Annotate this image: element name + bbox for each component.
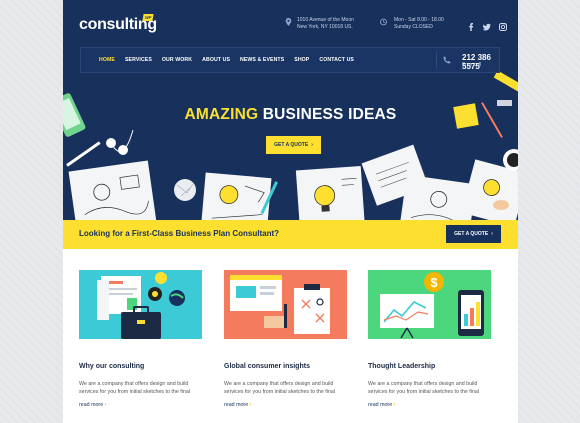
- nav-divider: [436, 51, 437, 69]
- nav-menu: HOME SERVICES OUR WORK ABOUT US NEWS & E…: [99, 57, 354, 63]
- facebook-icon[interactable]: [467, 18, 475, 31]
- address-line1: 1010 Avenue of the Moon: [297, 17, 354, 23]
- hero-title-rest: BUSINESS IDEAS: [258, 106, 397, 123]
- card-title[interactable]: Global consumer insights: [224, 363, 310, 370]
- hero-title: AMAZING BUSINESS IDEAS: [63, 106, 518, 124]
- card-image-insights[interactable]: [224, 270, 347, 339]
- read-more-label: read more: [368, 402, 393, 408]
- cta-banner-text: Looking for a First-Class Business Plan …: [79, 229, 280, 238]
- banner-get-quote-button[interactable]: GET A QUOTE ›: [446, 225, 501, 243]
- svg-text:$: $: [430, 275, 438, 290]
- chevron-right-icon: ›: [104, 402, 107, 408]
- hero-get-quote-button[interactable]: GET A QUOTE ›: [266, 136, 321, 154]
- chevron-right-icon: ›: [491, 231, 493, 237]
- phone-subtext: Free call: [462, 62, 482, 68]
- phone-icon: [443, 56, 451, 64]
- chevron-right-icon: ›: [311, 142, 313, 148]
- chevron-right-icon: ›: [393, 402, 396, 408]
- hours-line1: Mon - Sat 8.00 - 18.00: [394, 17, 444, 23]
- hours-line2: Sunday CLOSED: [394, 24, 433, 30]
- clock-icon: [380, 18, 387, 26]
- header: consulting WP 1010 Avenue of the Moon Ne…: [63, 0, 518, 249]
- main-navigation: HOME SERVICES OUR WORK ABOUT US NEWS & E…: [80, 47, 500, 73]
- nav-item-services[interactable]: SERVICES: [125, 57, 152, 63]
- card-image-leadership[interactable]: $: [368, 270, 491, 339]
- card-title[interactable]: Thought Leadership: [368, 363, 435, 370]
- nav-item-our-work[interactable]: OUR WORK: [162, 57, 192, 63]
- hero-illustration: [63, 70, 518, 241]
- website: consulting WP 1010 Avenue of the Moon Ne…: [63, 0, 518, 423]
- read-more-link[interactable]: read more ›: [224, 402, 251, 408]
- logo-badge: WP: [142, 14, 155, 21]
- chevron-right-icon: ›: [249, 402, 252, 408]
- twitter-icon[interactable]: [482, 18, 491, 31]
- nav-item-contact-us[interactable]: CONTACT US: [319, 57, 354, 63]
- nav-item-news-events[interactable]: NEWS & EVENTS: [240, 57, 284, 63]
- read-more-link[interactable]: read more ›: [79, 402, 106, 408]
- social-links: [467, 18, 507, 31]
- read-more-link[interactable]: read more ›: [368, 402, 395, 408]
- hero-get-quote-label: GET A QUOTE: [274, 142, 309, 148]
- cta-banner: Looking for a First-Class Business Plan …: [63, 220, 518, 249]
- nav-item-shop[interactable]: SHOP: [294, 57, 309, 63]
- address-line2: New York, NY 10018 US.: [297, 24, 353, 30]
- nav-item-about-us[interactable]: ABOUT US: [202, 57, 230, 63]
- address: 1010 Avenue of the Moon New York, NY 100…: [297, 17, 354, 31]
- nav-item-home[interactable]: HOME: [99, 57, 115, 63]
- card-description: We are a company that offers design and …: [79, 381, 190, 395]
- location-pin-icon: [285, 18, 292, 26]
- opening-hours: Mon - Sat 8.00 - 18.00 Sunday CLOSED: [394, 17, 444, 31]
- card-title[interactable]: Why our consulting: [79, 363, 144, 370]
- read-more-label: read more: [79, 402, 104, 408]
- hero-title-highlight: AMAZING: [184, 106, 259, 123]
- banner-get-quote-label: GET A QUOTE: [454, 231, 489, 237]
- card-description: We are a company that offers design and …: [224, 381, 335, 395]
- card-image-consulting[interactable]: [79, 270, 202, 339]
- instagram-icon[interactable]: [499, 18, 507, 31]
- read-more-label: read more: [224, 402, 249, 408]
- card-description: We are a company that offers design and …: [368, 381, 479, 395]
